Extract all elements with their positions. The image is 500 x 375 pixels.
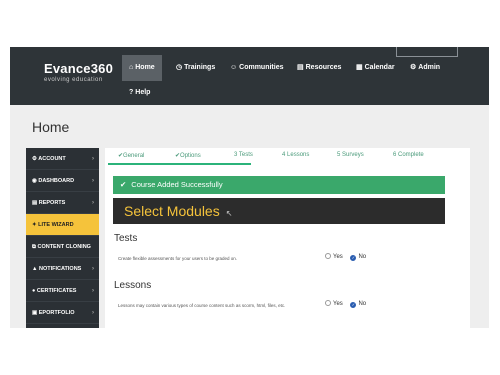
step-label: Tests bbox=[238, 152, 253, 158]
question-icon: ? bbox=[129, 89, 134, 96]
step-surveys[interactable]: 5 Surveys bbox=[337, 152, 364, 158]
nav-resources[interactable]: ▤ Resources bbox=[290, 55, 348, 81]
chevron-right-icon: › bbox=[92, 288, 94, 294]
wand-icon: ✦ bbox=[32, 222, 37, 228]
clock-icon: ◷ bbox=[176, 64, 183, 71]
lessons-no-radio[interactable]: ✓ bbox=[350, 302, 357, 308]
top-navbar: Evance360 evolving education ⌂ Home ◷ Trai… bbox=[10, 47, 489, 105]
clone-icon: ⧉ bbox=[32, 244, 36, 250]
sidebar-item-label: LITE WIZARD bbox=[38, 222, 74, 228]
nav-resources-label: Resources bbox=[305, 64, 342, 71]
chevron-right-icon: › bbox=[92, 200, 94, 206]
nav-admin[interactable]: ⚙ Admin bbox=[403, 55, 447, 81]
brand-tagline: evolving education bbox=[44, 77, 103, 83]
bell-icon: ▲ bbox=[32, 266, 38, 272]
mouse-cursor-icon: ↖ bbox=[225, 209, 233, 218]
sidebar-item-content-cloning[interactable]: ⧉ CONTENT CLONING bbox=[26, 236, 99, 258]
step-label: Complete bbox=[398, 152, 424, 158]
wizard-steps: ✔General ✔Options 3 Tests 4 Lessons 5 Su… bbox=[105, 148, 470, 165]
portfolio-icon: ▣ bbox=[32, 310, 38, 316]
certificate-icon: ● bbox=[32, 288, 36, 294]
users-icon: ☺ bbox=[230, 64, 238, 71]
nav-home-label: Home bbox=[135, 64, 155, 71]
sidebar-item-label: CONTENT CLONING bbox=[37, 244, 91, 250]
page-title: Home bbox=[32, 119, 70, 135]
radio-label: Yes bbox=[333, 301, 343, 307]
success-alert: ✔ Course Added Successfully bbox=[113, 176, 445, 194]
check-icon: ✔ bbox=[120, 180, 127, 189]
gear-icon: ⚙ bbox=[410, 64, 417, 71]
nav-communities-label: Communities bbox=[239, 64, 284, 71]
nav-calendar[interactable]: ▦ Calendar bbox=[349, 55, 402, 81]
section-title-lessons: Lessons bbox=[114, 280, 152, 291]
nav-admin-label: Admin bbox=[418, 64, 441, 71]
wizard-panel: ✔General ✔Options 3 Tests 4 Lessons 5 Su… bbox=[105, 148, 470, 328]
step-general[interactable]: ✔General bbox=[118, 152, 144, 159]
sidebar-item-account[interactable]: ⚙ ACCOUNT › bbox=[26, 148, 99, 170]
tests-no-radio[interactable]: ✓ bbox=[350, 255, 357, 261]
nav-calendar-label: Calendar bbox=[364, 64, 395, 71]
alert-text: Course Added Successfully bbox=[131, 180, 223, 189]
step-label: General bbox=[123, 153, 145, 159]
nav-home[interactable]: ⌂ Home bbox=[122, 55, 162, 81]
chevron-right-icon: › bbox=[92, 178, 94, 184]
step-tests[interactable]: 3 Tests bbox=[234, 152, 253, 158]
step-number: 5 bbox=[337, 152, 341, 158]
section-title-tests: Tests bbox=[114, 233, 138, 244]
section-desc-tests: Create flexible assessments for your use… bbox=[118, 256, 238, 261]
step-label: Surveys bbox=[342, 152, 364, 158]
sidebar-item-label: NOTIFICATIONS bbox=[38, 266, 82, 272]
section-desc-lessons: Lessons may contain various types of cou… bbox=[118, 303, 286, 308]
radio-label: No bbox=[358, 254, 367, 260]
user-menu-tab[interactable] bbox=[396, 47, 458, 57]
home-icon: ⌂ bbox=[129, 64, 134, 71]
lessons-yes-radio[interactable] bbox=[325, 300, 331, 306]
sidebar-item-label: ACCOUNT bbox=[38, 156, 66, 162]
step-complete[interactable]: 6 Complete bbox=[393, 152, 424, 158]
radio-label: Yes bbox=[333, 254, 343, 260]
dashboard-icon: ◉ bbox=[32, 178, 37, 184]
module-heading-text: Select Modules bbox=[124, 203, 220, 219]
sidebar-item-lite-wizard[interactable]: ✦ LITE WIZARD bbox=[26, 214, 99, 236]
sidebar-item-label: DASHBOARD bbox=[38, 178, 75, 184]
reports-icon: ▤ bbox=[32, 200, 38, 206]
sidebar-item-notifications[interactable]: ▲ NOTIFICATIONS › bbox=[26, 258, 99, 280]
step-label: Lessons bbox=[287, 152, 310, 158]
select-modules-heading: Select Modules ↖ bbox=[113, 198, 445, 224]
tests-yes-radio[interactable] bbox=[325, 253, 331, 259]
nav-help[interactable]: ? Help bbox=[122, 80, 157, 106]
step-options[interactable]: ✔Options bbox=[175, 152, 201, 159]
chevron-right-icon: › bbox=[92, 310, 94, 316]
sidebar-item-label: REPORTS bbox=[38, 200, 66, 206]
sidebar: ⚙ ACCOUNT › ◉ DASHBOARD › ▤ REPORTS › ✦ LIT… bbox=[26, 148, 99, 328]
chevron-right-icon: › bbox=[92, 266, 94, 272]
sidebar-item-dashboard[interactable]: ◉ DASHBOARD › bbox=[26, 170, 99, 192]
nav-help-label: Help bbox=[135, 89, 151, 96]
tests-radio-group: Yes ✓ No bbox=[325, 253, 366, 261]
nav-communities[interactable]: ☺ Communities bbox=[223, 55, 291, 81]
step-number: 6 bbox=[393, 152, 397, 158]
sidebar-item-label: EPORTFOLIO bbox=[38, 310, 75, 316]
step-number: 4 bbox=[282, 152, 286, 158]
calendar-icon: ▦ bbox=[356, 64, 363, 71]
nav-trainings[interactable]: ◷ Trainings bbox=[169, 55, 222, 81]
sidebar-item-label: CERTIFICATES bbox=[36, 288, 77, 294]
lessons-radio-group: Yes ✓ No bbox=[325, 300, 366, 308]
sidebar-item-eportfolio[interactable]: ▣ EPORTFOLIO › bbox=[26, 302, 99, 324]
wizard-progress-bar bbox=[108, 163, 252, 165]
nav-trainings-label: Trainings bbox=[184, 64, 216, 71]
step-lessons[interactable]: 4 Lessons bbox=[282, 152, 309, 158]
step-label: Options bbox=[180, 153, 201, 159]
sidebar-item-reports[interactable]: ▤ REPORTS › bbox=[26, 192, 99, 214]
folder-icon: ▤ bbox=[297, 64, 304, 71]
sidebar-item-certificates[interactable]: ● CERTIFICATES › bbox=[26, 280, 99, 302]
step-number: 3 bbox=[234, 152, 238, 158]
brand-name: Evance360 bbox=[44, 61, 114, 76]
chevron-right-icon: › bbox=[92, 156, 94, 162]
radio-label: No bbox=[358, 301, 367, 307]
logo[interactable]: Evance360 evolving education bbox=[44, 61, 113, 83]
app-window: Evance360 evolving education ⌂ Home ◷ Trai… bbox=[10, 47, 489, 328]
account-icon: ⚙ bbox=[32, 156, 37, 162]
